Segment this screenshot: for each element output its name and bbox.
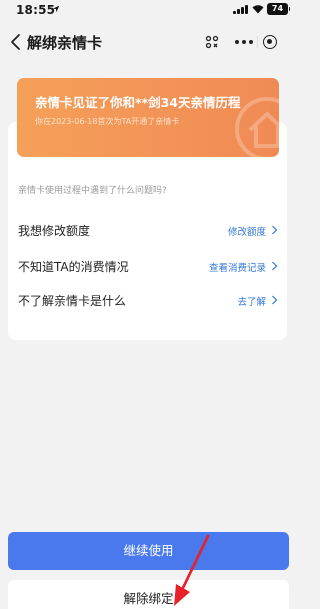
battery-level: 74 [271, 4, 284, 13]
banner-title: 亲情卡见证了你和**剑34天亲情历程 [35, 95, 241, 110]
back-chevron-icon[interactable] [10, 33, 22, 51]
question-prompt: 亲情卡使用过程中遇到了什么问题吗? [18, 186, 167, 196]
battery-icon: 74 [267, 3, 290, 15]
home-watermark-icon [235, 97, 279, 157]
more-options-icon[interactable] [235, 40, 253, 44]
banner-subtitle: 你在2023-06-18首次为TA开通了亲情卡 [35, 117, 180, 126]
learn-more-link[interactable]: 去了解 [237, 294, 266, 308]
chevron-right-icon [272, 225, 278, 235]
location-arrow-icon [52, 5, 60, 13]
option-row-learn-more[interactable]: 不了解亲情卡是什么 去了解 [18, 290, 280, 312]
option-row-spending[interactable]: 不知道TA的消费情况 查看消费记录 [18, 256, 280, 278]
capsule-divider [257, 36, 258, 48]
option-label: 我想修改额度 [18, 224, 91, 238]
status-time: 18:55 [16, 3, 56, 17]
view-records-link[interactable]: 查看消费记录 [209, 260, 266, 274]
banner: 亲情卡见证了你和**剑34天亲情历程 你在2023-06-18首次为TA开通了亲… [17, 78, 279, 157]
modify-limit-link[interactable]: 修改额度 [228, 224, 266, 238]
status-bar: 18:55 74 [0, 0, 295, 22]
chevron-right-icon [272, 261, 278, 271]
cellular-signal-icon [233, 5, 249, 14]
scan-icon[interactable] [205, 35, 219, 49]
continue-using-button[interactable]: 继续使用 [8, 532, 289, 570]
nav-bar: 解绑亲情卡 [0, 28, 295, 56]
close-miniprogram-icon[interactable] [263, 35, 277, 49]
option-row-modify-limit[interactable]: 我想修改额度 修改额度 [18, 220, 280, 242]
option-label: 不了解亲情卡是什么 [18, 294, 127, 308]
chevron-right-icon [272, 295, 278, 305]
wifi-icon [252, 5, 264, 14]
unbind-button[interactable]: 解除绑定 [8, 580, 289, 609]
page-title: 解绑亲情卡 [27, 34, 103, 52]
option-label: 不知道TA的消费情况 [18, 260, 129, 274]
